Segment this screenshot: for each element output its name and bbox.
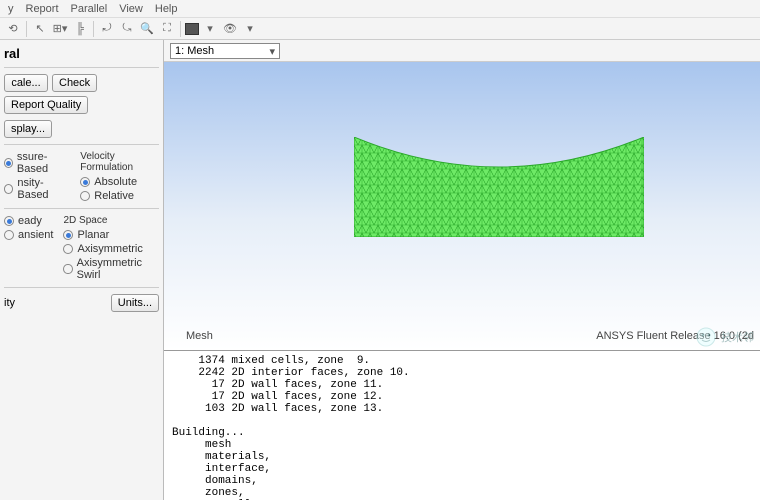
- radio-transient[interactable]: ansient: [4, 229, 53, 241]
- report-quality-button[interactable]: Report Quality: [4, 96, 88, 114]
- visibility-icon[interactable]: 👁: [221, 20, 239, 38]
- check-button[interactable]: Check: [52, 74, 97, 92]
- watermark-icon: [695, 326, 717, 348]
- color-swatch[interactable]: [185, 23, 199, 35]
- toolbar: ⟲ ↖ ⊞▾ ╠ ⤾ ⤿ 🔍 ⛶ ▾ 👁 ▾: [0, 18, 760, 40]
- fit-icon[interactable]: ⛶: [158, 20, 176, 38]
- separator: [180, 21, 181, 37]
- toolbar-button[interactable]: ⊞▾: [51, 20, 69, 38]
- group-title: Velocity Formulation: [80, 151, 159, 173]
- units-label: ity: [4, 297, 15, 309]
- scale-button[interactable]: cale...: [4, 74, 48, 92]
- menu-item[interactable]: Help: [149, 3, 184, 15]
- menu-item[interactable]: Report: [20, 3, 65, 15]
- mesh-graphic: [354, 137, 644, 237]
- cursor-icon[interactable]: ↖: [31, 20, 49, 38]
- display-button[interactable]: splay...: [4, 120, 52, 138]
- radio-planar[interactable]: Planar: [63, 229, 159, 241]
- toolbar-button[interactable]: ╠: [71, 20, 89, 38]
- menu-item[interactable]: y: [2, 3, 20, 15]
- watermark: 技术邻: [695, 326, 754, 348]
- units-button[interactable]: Units...: [111, 294, 159, 312]
- menu-item[interactable]: Parallel: [65, 3, 114, 15]
- viewport-label: Mesh: [186, 330, 213, 342]
- panel-header: ral: [4, 44, 159, 68]
- rotate-icon[interactable]: ⤾: [98, 20, 116, 38]
- menu-item[interactable]: View: [113, 3, 149, 15]
- console-output[interactable]: 1374 mixed cells, zone 9. 2242 2D interi…: [164, 350, 760, 500]
- zoom-icon[interactable]: 🔍: [138, 20, 156, 38]
- radio-axisymmetric-swirl[interactable]: Axisymmetric Swirl: [63, 257, 159, 281]
- radio-axisymmetric[interactable]: Axisymmetric: [63, 243, 159, 255]
- radio-pressure-based[interactable]: ssure-Based: [4, 151, 70, 175]
- toolbar-button[interactable]: ⟲: [4, 20, 22, 38]
- graphics-viewport[interactable]: Mesh ANSYS Fluent Release 16.0 (2d: [164, 62, 760, 350]
- rotate-icon[interactable]: ⤿: [118, 20, 136, 38]
- radio-steady[interactable]: eady: [4, 215, 53, 227]
- group-title: 2D Space: [63, 215, 159, 226]
- setup-panel: ral cale... Check Report Quality splay..…: [0, 40, 164, 500]
- view-control-bar: 1: Mesh: [164, 40, 760, 62]
- menu-bar: y Report Parallel View Help: [0, 0, 760, 18]
- dropdown-icon[interactable]: ▾: [241, 20, 259, 38]
- view-selector[interactable]: 1: Mesh: [170, 43, 280, 59]
- dropdown-icon[interactable]: ▾: [201, 20, 219, 38]
- separator: [93, 21, 94, 37]
- radio-relative[interactable]: Relative: [80, 190, 159, 202]
- separator: [26, 21, 27, 37]
- radio-absolute[interactable]: Absolute: [80, 176, 159, 188]
- radio-density-based[interactable]: nsity-Based: [4, 177, 70, 201]
